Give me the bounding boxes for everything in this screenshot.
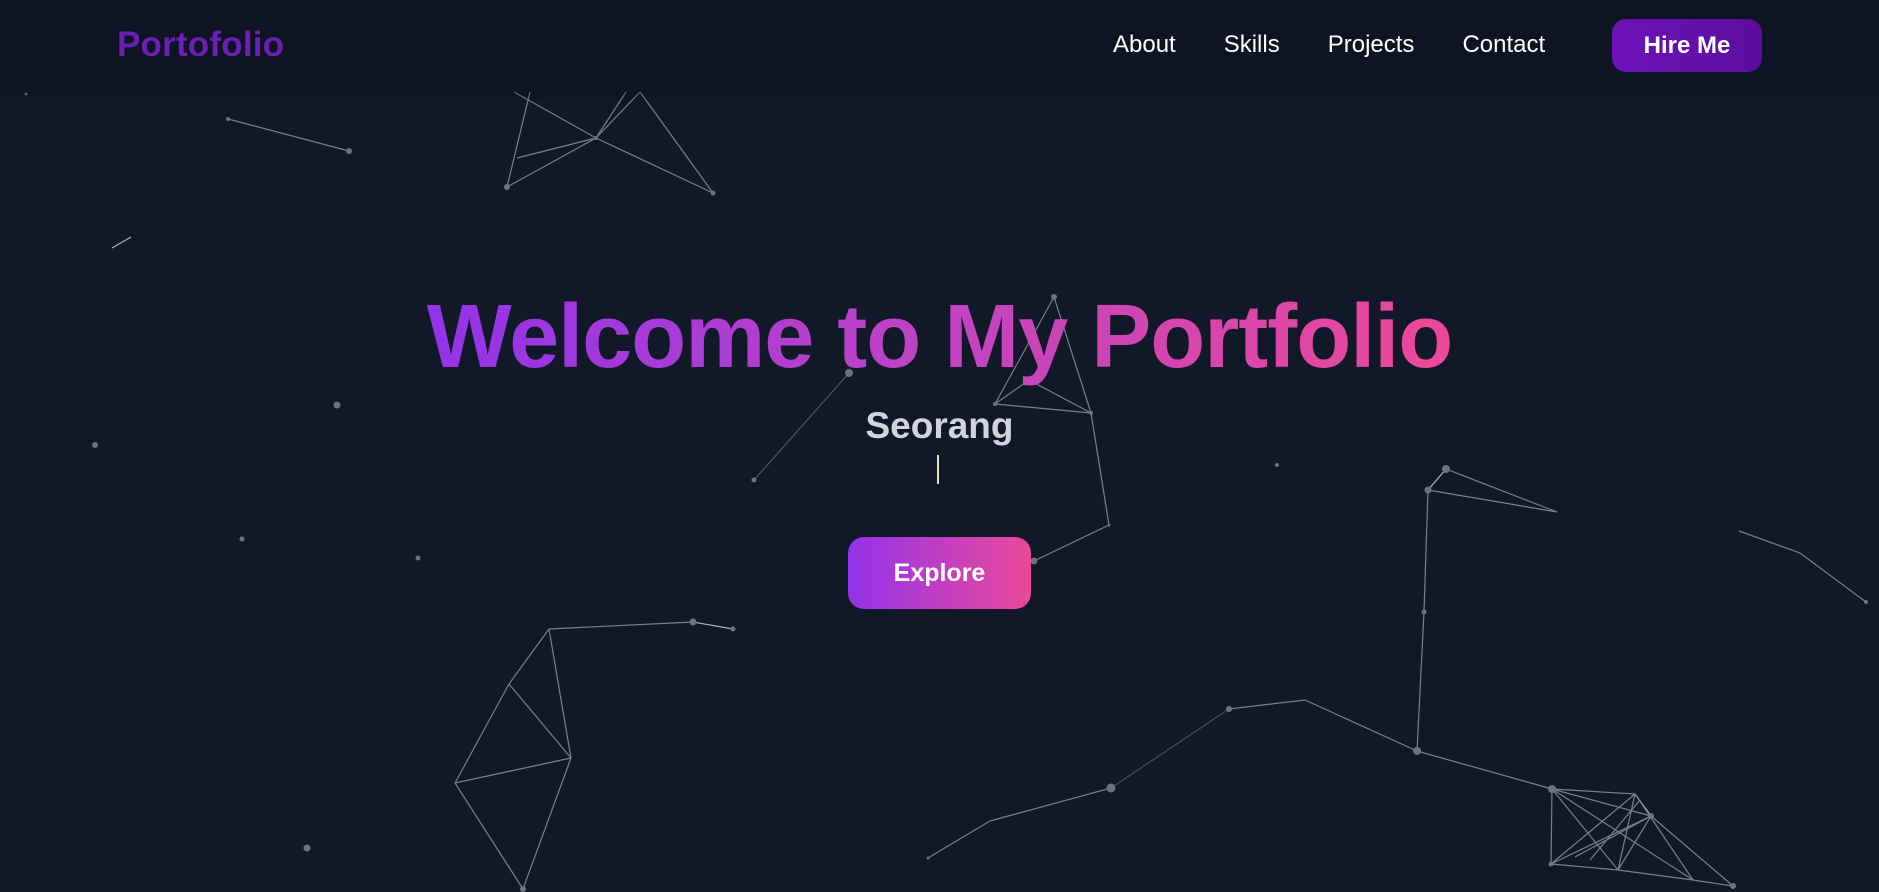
nav-link-about[interactable]: About (1113, 30, 1176, 60)
page-stage: Portofolio About Skills Projects Contact… (0, 0, 1879, 892)
typing-cursor (937, 455, 939, 484)
hero-title-text: Welcome to My Portfolio (426, 287, 1453, 387)
hero-typed-name: Seorang (865, 405, 1014, 446)
nav-links: About Skills Projects Contact (1113, 30, 1545, 60)
site-logo[interactable]: Portofolio (117, 25, 284, 65)
nav-link-contact[interactable]: Contact (1462, 30, 1545, 60)
hire-me-button[interactable]: Hire Me (1612, 19, 1762, 72)
nav-link-projects[interactable]: Projects (1328, 30, 1415, 60)
hero-title: Welcome to My Portfolio (0, 287, 1879, 387)
explore-button[interactable]: Explore (848, 537, 1031, 609)
nav-link-skills[interactable]: Skills (1224, 30, 1280, 60)
top-navbar: Portofolio About Skills Projects Contact… (0, 0, 1879, 92)
